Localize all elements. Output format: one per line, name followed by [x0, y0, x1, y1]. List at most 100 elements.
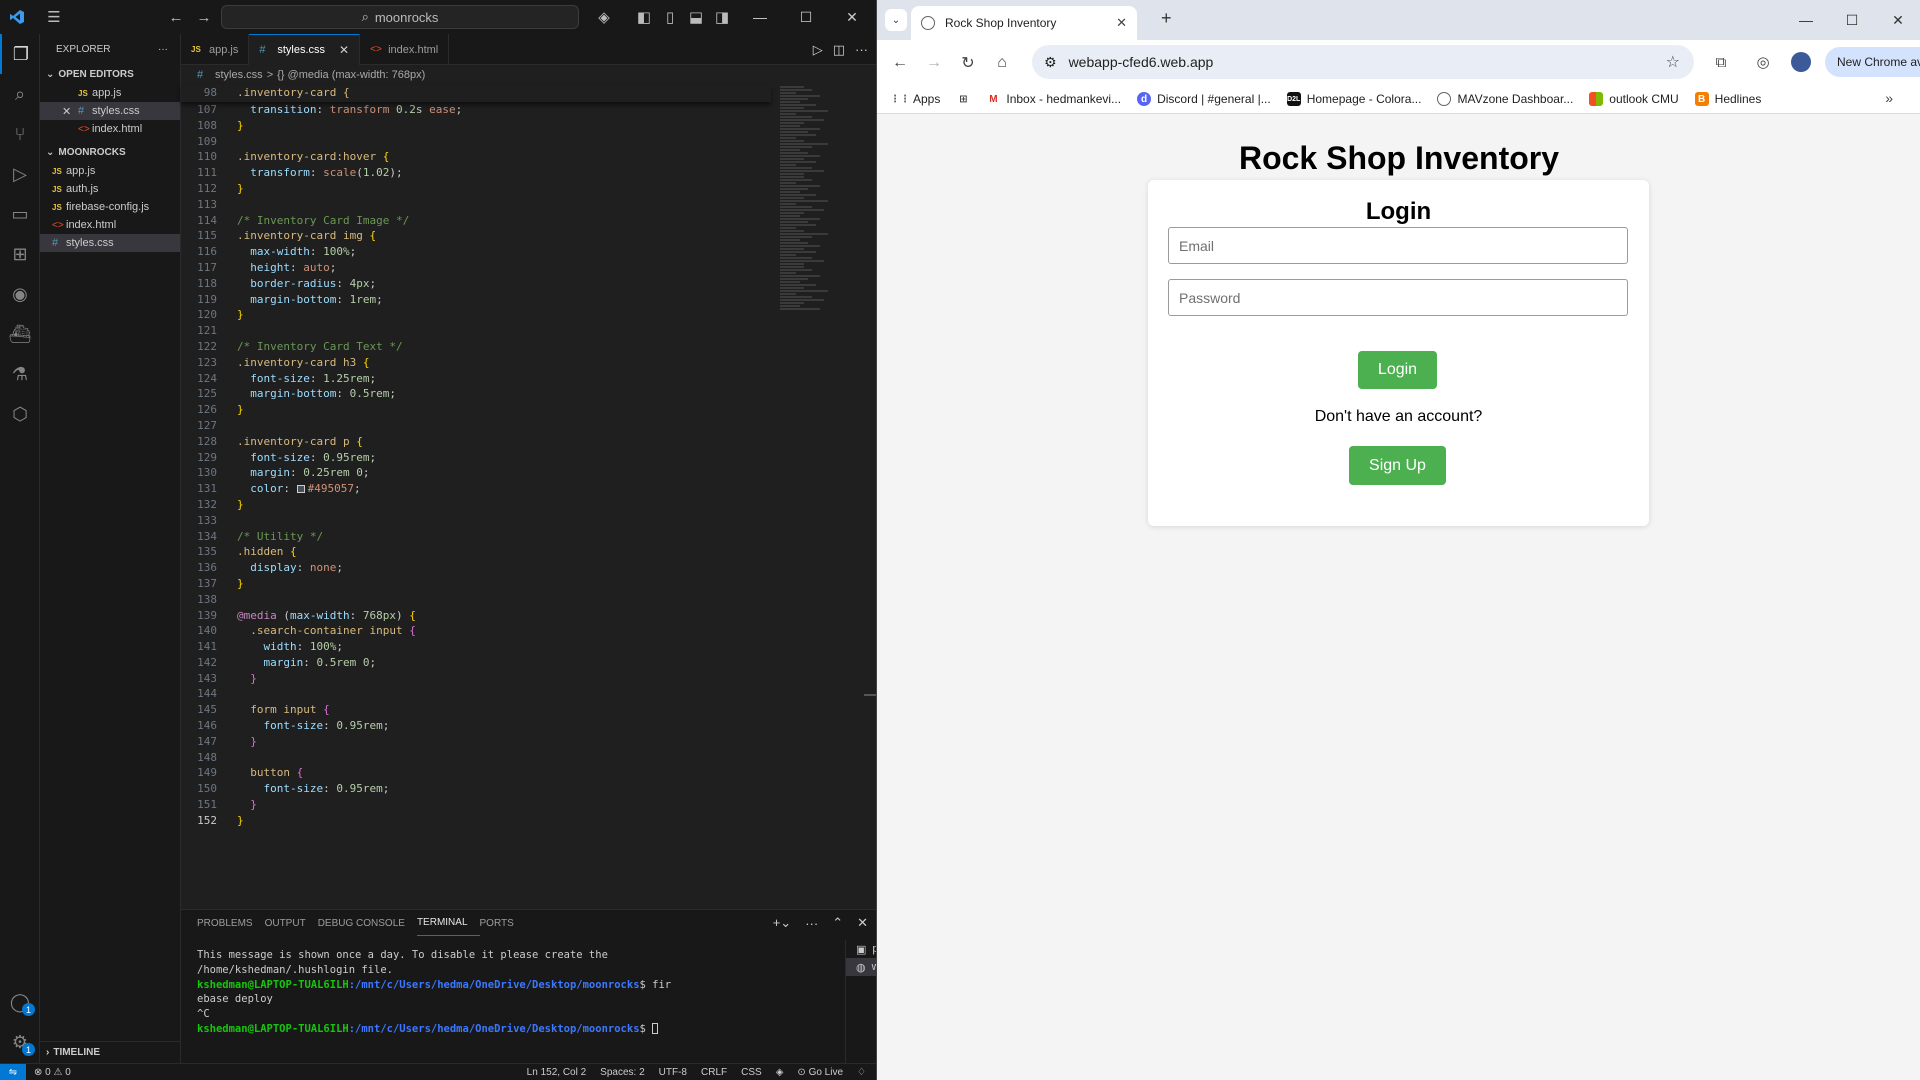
close-panel-icon[interactable]: ✕	[857, 915, 868, 931]
home-icon[interactable]: ⌂	[985, 46, 1019, 80]
chevron-double-right-icon[interactable]: »	[1885, 90, 1893, 106]
close-icon[interactable]: ✕	[829, 0, 875, 34]
code-line[interactable]: 129 font-size: 0.95rem;	[181, 450, 771, 466]
code-line[interactable]: 134 /* Utility */	[181, 529, 771, 545]
code-line[interactable]: 121	[181, 323, 771, 339]
containers-icon[interactable]: ⬡	[0, 394, 40, 434]
code-line[interactable]: 110 .inventory-card:hover {	[181, 149, 771, 165]
cursor-position[interactable]: Ln 152, Col 2	[527, 1067, 587, 1078]
close-icon[interactable]: ✕	[1875, 0, 1920, 40]
code-line[interactable]: 109	[181, 134, 771, 150]
code-line[interactable]: 133	[181, 513, 771, 529]
bookmark-outlook[interactable]: outlook CMU	[1589, 92, 1679, 106]
open-editor-item[interactable]: ✕ # styles.css	[40, 102, 180, 120]
settings-gear-icon[interactable]: ⚙ 1	[0, 1022, 40, 1062]
testing-icon[interactable]: ⚗	[0, 354, 40, 394]
email-field[interactable]	[1168, 227, 1628, 264]
language-mode[interactable]: CSS	[741, 1067, 762, 1078]
code-line[interactable]: 131 color: #495057;	[181, 481, 771, 497]
code-line[interactable]: 151 }	[181, 797, 771, 813]
code-line[interactable]: 136 display: none;	[181, 560, 771, 576]
close-icon[interactable]: ✕	[62, 105, 78, 118]
file-item[interactable]: # styles.css	[40, 234, 180, 252]
menu-icon[interactable]: ☰	[40, 3, 68, 31]
address-bar[interactable]: ⚙ webapp-cfed6.web.app ☆	[1032, 45, 1694, 79]
reload-icon[interactable]: ↻	[951, 46, 985, 80]
code-line[interactable]: 148	[181, 750, 771, 766]
bookmark-hedlines[interactable]: B Hedlines	[1694, 92, 1761, 106]
code-line[interactable]: 107 transition: transform 0.2s ease;	[181, 102, 771, 118]
code-line[interactable]: 140 .search-container input {	[181, 623, 771, 639]
breadcrumb-file[interactable]: styles.css	[215, 69, 263, 81]
encoding[interactable]: UTF-8	[659, 1067, 687, 1078]
open-editor-item[interactable]: <> index.html	[40, 120, 180, 138]
editor-scrollbar[interactable]	[864, 694, 876, 696]
explorer-icon[interactable]: ❐	[0, 34, 40, 74]
extensions-icon[interactable]: ⊞	[0, 234, 40, 274]
bookmark-discord[interactable]: d Discord | #general |...	[1137, 92, 1271, 106]
remote-indicator-icon[interactable]: ⇋	[0, 1063, 26, 1080]
toggle-panel-icon[interactable]: ⬓	[682, 3, 710, 31]
code-line[interactable]: 116 max-width: 100%;	[181, 244, 771, 260]
code-line[interactable]: 118 border-radius: 4px;	[181, 276, 771, 292]
search-icon[interactable]: ⌕	[0, 74, 40, 114]
breadcrumb-scope[interactable]: {} @media (max-width: 768px)	[277, 69, 425, 81]
signup-button[interactable]: Sign Up	[1349, 446, 1446, 485]
code-editor[interactable]: 107 transition: transform 0.2s ease; 108}…	[181, 85, 771, 909]
code-line[interactable]: 132}	[181, 497, 771, 513]
code-line[interactable]: 115 .inventory-card img {	[181, 228, 771, 244]
source-control-icon[interactable]: ⑂	[0, 114, 40, 154]
tab-styles-css[interactable]: # styles.css ✕	[249, 34, 361, 65]
code-line[interactable]: 128 .inventory-card p {	[181, 434, 771, 450]
timeline-section[interactable]: › TIMELINE	[40, 1041, 181, 1063]
code-line[interactable]: 119 margin-bottom: 1rem;	[181, 292, 771, 308]
code-line[interactable]: 142 margin: 0.5rem 0;	[181, 655, 771, 671]
new-chrome-available-button[interactable]: New Chrome available ⋮	[1825, 47, 1920, 77]
docker-icon[interactable]: ⛴	[0, 314, 40, 354]
extensions-puzzle-icon[interactable]: ⧉	[1707, 48, 1735, 76]
code-line[interactable]: 120}	[181, 307, 771, 323]
bookmark-mavzone[interactable]: MAVzone Dashboar...	[1437, 92, 1573, 106]
code-line[interactable]: 145 form input {	[181, 702, 771, 718]
bookmark-star-icon[interactable]: ☆	[1666, 52, 1680, 72]
file-item[interactable]: JS auth.js	[40, 180, 180, 198]
code-line[interactable]: 111 transform: scale(1.02);	[181, 165, 771, 181]
go-live-button[interactable]: ⊙ Go Live	[797, 1067, 843, 1078]
code-line[interactable]: 114 /* Inventory Card Image */	[181, 213, 771, 229]
code-line[interactable]: 146 font-size: 0.95rem;	[181, 718, 771, 734]
accounts-icon[interactable]: ◯ 1	[0, 982, 40, 1022]
code-line[interactable]: 152}	[181, 813, 771, 829]
code-line[interactable]: 130 margin: 0.25rem 0;	[181, 465, 771, 481]
file-item[interactable]: JS firebase-config.js	[40, 198, 180, 216]
github-icon[interactable]: ◉	[0, 274, 40, 314]
code-line[interactable]: 147 }	[181, 734, 771, 750]
new-tab-plus-icon[interactable]: +	[1161, 8, 1172, 29]
tab-ports[interactable]: PORTS	[480, 910, 526, 936]
more-actions-icon[interactable]: ···	[805, 916, 818, 931]
run-icon[interactable]: ▷	[813, 42, 823, 58]
browser-tab[interactable]: Rock Shop Inventory ✕	[911, 6, 1137, 40]
bookmark-d2l[interactable]: D2L Homepage - Colora...	[1286, 92, 1421, 106]
command-center-search[interactable]: ⌕ moonrocks	[221, 5, 579, 29]
code-line[interactable]: 137}	[181, 576, 771, 592]
code-line[interactable]: 141 width: 100%;	[181, 639, 771, 655]
open-editor-item[interactable]: JS app.js	[40, 84, 180, 102]
remote-explorer-icon[interactable]: ▭	[0, 194, 40, 234]
minimap[interactable]	[780, 85, 860, 395]
file-item[interactable]: <> index.html	[40, 216, 180, 234]
code-line[interactable]: 150 font-size: 0.95rem;	[181, 781, 771, 797]
more-actions-icon[interactable]: ···	[158, 44, 168, 55]
terminal-output[interactable]: This message is shown once a day. To dis…	[197, 948, 837, 1037]
sticky-scroll-line[interactable]: 98 .inventory-card {	[181, 85, 771, 102]
tab-debug-console[interactable]: DEBUG CONSOLE	[318, 910, 417, 936]
run-debug-icon[interactable]: ▷	[0, 154, 40, 194]
back-arrow-icon[interactable]: ←	[162, 3, 190, 31]
code-line[interactable]: 108}	[181, 118, 771, 134]
tab-output[interactable]: OUTPUT	[265, 910, 318, 936]
minimize-icon[interactable]: —	[737, 0, 783, 34]
back-arrow-icon[interactable]: ←	[883, 46, 917, 80]
profile-avatar[interactable]	[1791, 52, 1811, 72]
forward-arrow-icon[interactable]: →	[917, 46, 951, 80]
code-line[interactable]: 143 }	[181, 671, 771, 687]
code-line[interactable]: 123 .inventory-card h3 {	[181, 355, 771, 371]
